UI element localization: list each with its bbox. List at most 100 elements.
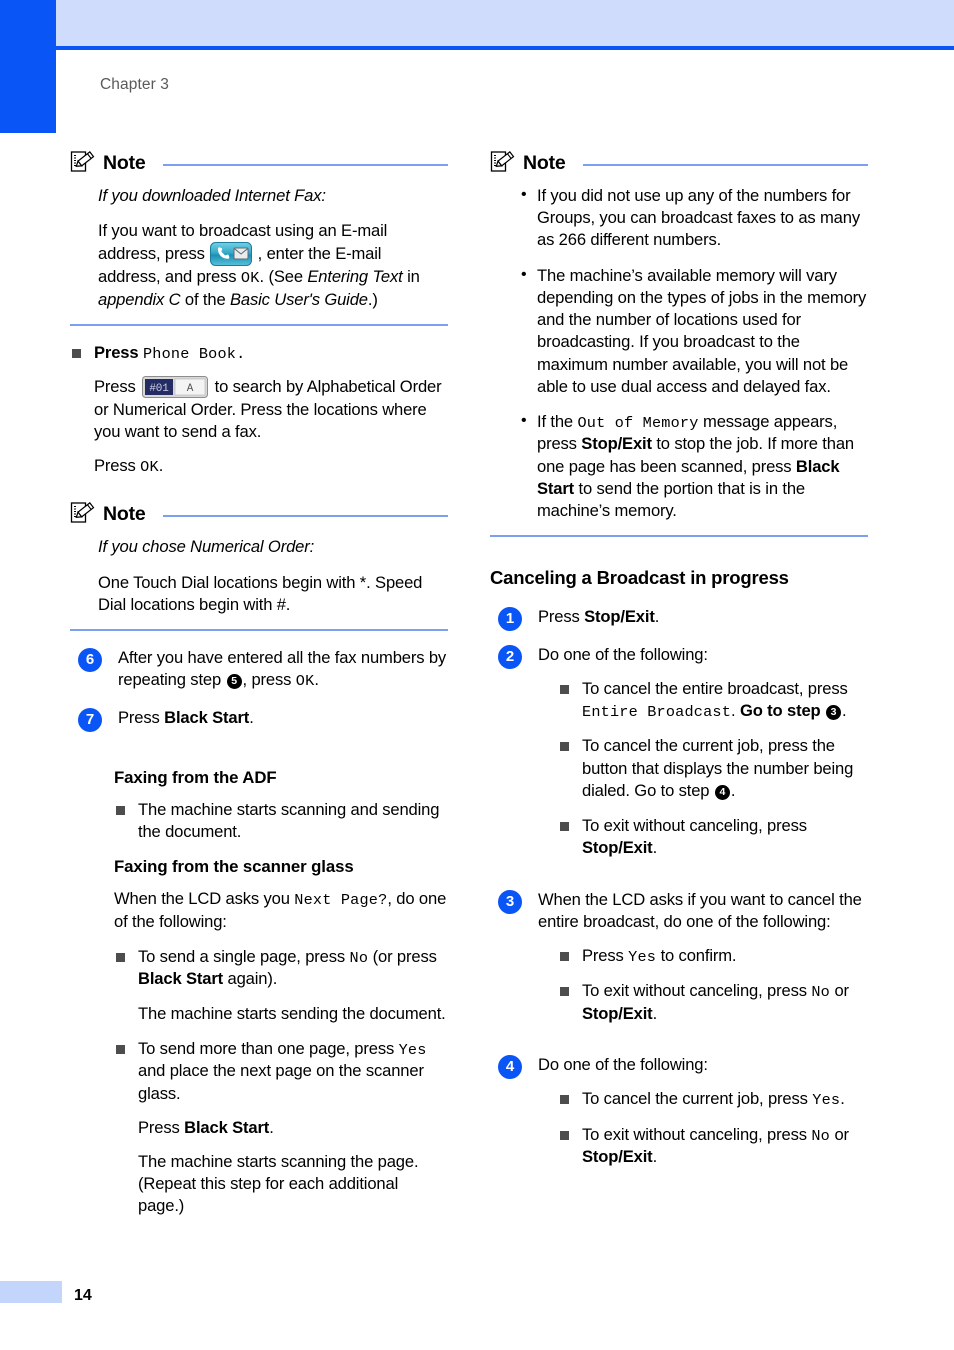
list-item: To exit without canceling, press No or S… xyxy=(558,1124,868,1169)
step-2-b3-a: To exit without canceling, press xyxy=(582,816,807,836)
note-body-text-2: One Touch Dial locations begin with *. S… xyxy=(98,572,423,614)
step-4-b2-b: or xyxy=(834,1124,849,1144)
mono-entire-broadcast: Entire Broadcast xyxy=(582,703,732,722)
step-3-b2: To exit without canceling, press No or S… xyxy=(582,980,868,1025)
step-number-badge: 7 xyxy=(78,707,102,732)
list-item: If the Out of Memory message appears, pr… xyxy=(518,410,868,522)
note-subtitle: If you downloaded Internet Fax: xyxy=(98,186,326,205)
note-pencil-icon xyxy=(70,151,95,172)
step-2-b1-b: . xyxy=(731,701,736,721)
step-1: 1 Press Stop/Exit. xyxy=(490,606,868,632)
step-4-options: To cancel the current job, press Yes. To… xyxy=(538,1088,868,1168)
bold-stop-exit: Stop/Exit xyxy=(584,607,655,627)
note-header: Note xyxy=(70,150,448,176)
note-label: Note xyxy=(103,502,146,525)
list-item: The machine’s available memory will vary… xyxy=(518,264,868,398)
step-3-b1-a: Press xyxy=(582,946,624,966)
glass-intro-a: When the LCD asks you xyxy=(114,889,290,909)
inline-step-marker: 3 xyxy=(825,705,841,721)
step-4-b2-a: To exit without canceling, press xyxy=(582,1124,807,1144)
note-header-rule xyxy=(582,163,868,166)
note-italic-guide: Basic User's Guide xyxy=(230,289,368,309)
list-item: To send more than one page, press Yes an… xyxy=(114,1038,448,1218)
bold-stop-exit: Stop/Exit xyxy=(582,1147,653,1167)
header-band xyxy=(56,0,954,46)
glass-b1-b: (or press xyxy=(372,947,437,967)
step-number-badge: 3 xyxy=(498,889,522,914)
adf-list: The machine starts scanning and sending … xyxy=(114,799,448,843)
left-column: Note If you downloaded Internet Fax: If … xyxy=(70,150,448,1218)
phone-book-search: Press #01 A to search by Alphabetical Or… xyxy=(94,376,448,443)
list-item: The machine starts scanning and sending … xyxy=(114,799,448,843)
note-header-2: Note xyxy=(70,501,448,527)
note-block-internet-fax: Note If you downloaded Internet Fax: If … xyxy=(70,150,448,327)
step-2-b2-end: . xyxy=(730,780,736,800)
glass-b2-press-b: . xyxy=(269,1117,274,1137)
glass-b2-press-a: Press xyxy=(138,1117,180,1137)
step-3-intro: When the LCD asks if you want to cancel … xyxy=(538,889,862,931)
glass-b1-c: again). xyxy=(227,969,278,989)
right-column: Note If you did not use up any of the nu… xyxy=(490,150,868,1183)
svg-text:#01: #01 xyxy=(149,383,169,395)
note-end-rule-2 xyxy=(70,629,448,632)
mono-out-of-memory: Out of Memory xyxy=(577,414,699,433)
glass-b2-b: and place the next page on the scanner g… xyxy=(138,1061,424,1103)
note-text-5: . (See xyxy=(259,267,308,287)
step-4-b1-a: To cancel the current job, press xyxy=(582,1089,808,1109)
note-text-2: address, press xyxy=(98,244,205,264)
note-end-rule xyxy=(70,324,448,327)
note-text-1: If you want to broadcast using an E-mail xyxy=(98,221,388,241)
svg-text:A: A xyxy=(187,383,194,395)
note-text-4: address, and press xyxy=(98,267,237,287)
step-3-options: Press Yes to confirm. To exit without ca… xyxy=(538,945,868,1025)
glass-b2-press: Press Black Start. xyxy=(138,1117,448,1139)
step-4-b1-b: . xyxy=(840,1089,845,1109)
step-3-b2-a: To exit without canceling, press xyxy=(582,981,807,1001)
adf-bullet-text: The machine starts scanning and sending … xyxy=(138,800,440,842)
mono-yes-1: Yes xyxy=(398,1040,427,1059)
bullet3-d: to send the portion that is in the machi… xyxy=(537,478,805,521)
mono-no-2: No xyxy=(811,983,830,1002)
note-body-2: If you chose Numerical Order: One Touch … xyxy=(70,536,448,616)
note-text-6: in xyxy=(402,267,420,287)
note-bullet-list: If you did not use up any of the numbers… xyxy=(518,184,868,522)
step-6: 6 After you have entered all the fax num… xyxy=(70,647,448,692)
header-rule xyxy=(56,46,954,50)
step-2-b3-b: . xyxy=(652,838,658,858)
note-pencil-icon xyxy=(70,502,95,524)
note-body-3: If you did not use up any of the numbers… xyxy=(490,184,868,522)
list-item: If you did not use up any of the numbers… xyxy=(518,184,868,252)
note-pencil-icon xyxy=(490,151,515,172)
mono-ok-2: OK xyxy=(140,458,159,477)
phone-email-button-icon xyxy=(210,242,253,267)
phone-book-press: Press Phone Book. xyxy=(94,342,448,364)
mono-next-page: Next Page? xyxy=(294,891,388,910)
step-2-b1-a: To cancel the entire broadcast, press xyxy=(582,678,848,698)
chapter-label: Chapter 3 xyxy=(100,76,169,93)
note-italic-appendix: appendix C xyxy=(98,289,181,309)
mono-no-1: No xyxy=(349,949,369,968)
step-number-badge: 6 xyxy=(78,648,102,673)
step-6-text-b: , press xyxy=(242,670,292,690)
list-item: To send a single page, press No (or pres… xyxy=(114,946,448,1025)
glass-intro: When the LCD asks you Next Page?, do one… xyxy=(114,888,448,933)
bold-black-start: Black Start xyxy=(138,969,224,989)
note-label: Note xyxy=(523,151,566,174)
note-body: If you downloaded Internet Fax: If you w… xyxy=(70,185,448,311)
mono-yes-2: Yes xyxy=(628,948,657,967)
note-header-rule xyxy=(162,163,448,166)
list-item: Press Yes to confirm. xyxy=(558,945,868,967)
glass-list: To send a single page, press No (or pres… xyxy=(114,946,448,1218)
step-2-b1: To cancel the entire broadcast, press En… xyxy=(582,678,868,723)
step-1-a: Press xyxy=(538,607,580,627)
bullet3-a: If the xyxy=(537,412,573,432)
step-7: 7 Press Black Start. xyxy=(70,707,448,732)
step-6-text: After you have entered all the fax numbe… xyxy=(118,647,448,692)
glass-b1-follow: The machine starts sending the document. xyxy=(138,1003,446,1023)
mono-phone-book: Phone Book. xyxy=(142,345,246,364)
step-4-b2-c: . xyxy=(652,1147,658,1167)
glass-b2-follow: The machine starts scanning the page. (R… xyxy=(138,1151,419,1216)
list-item: To cancel the current job, press Yes. xyxy=(558,1088,868,1110)
section-heading-canceling-broadcast: Canceling a Broadcast in progress xyxy=(490,567,789,589)
inline-step-marker: 5 xyxy=(226,674,242,690)
